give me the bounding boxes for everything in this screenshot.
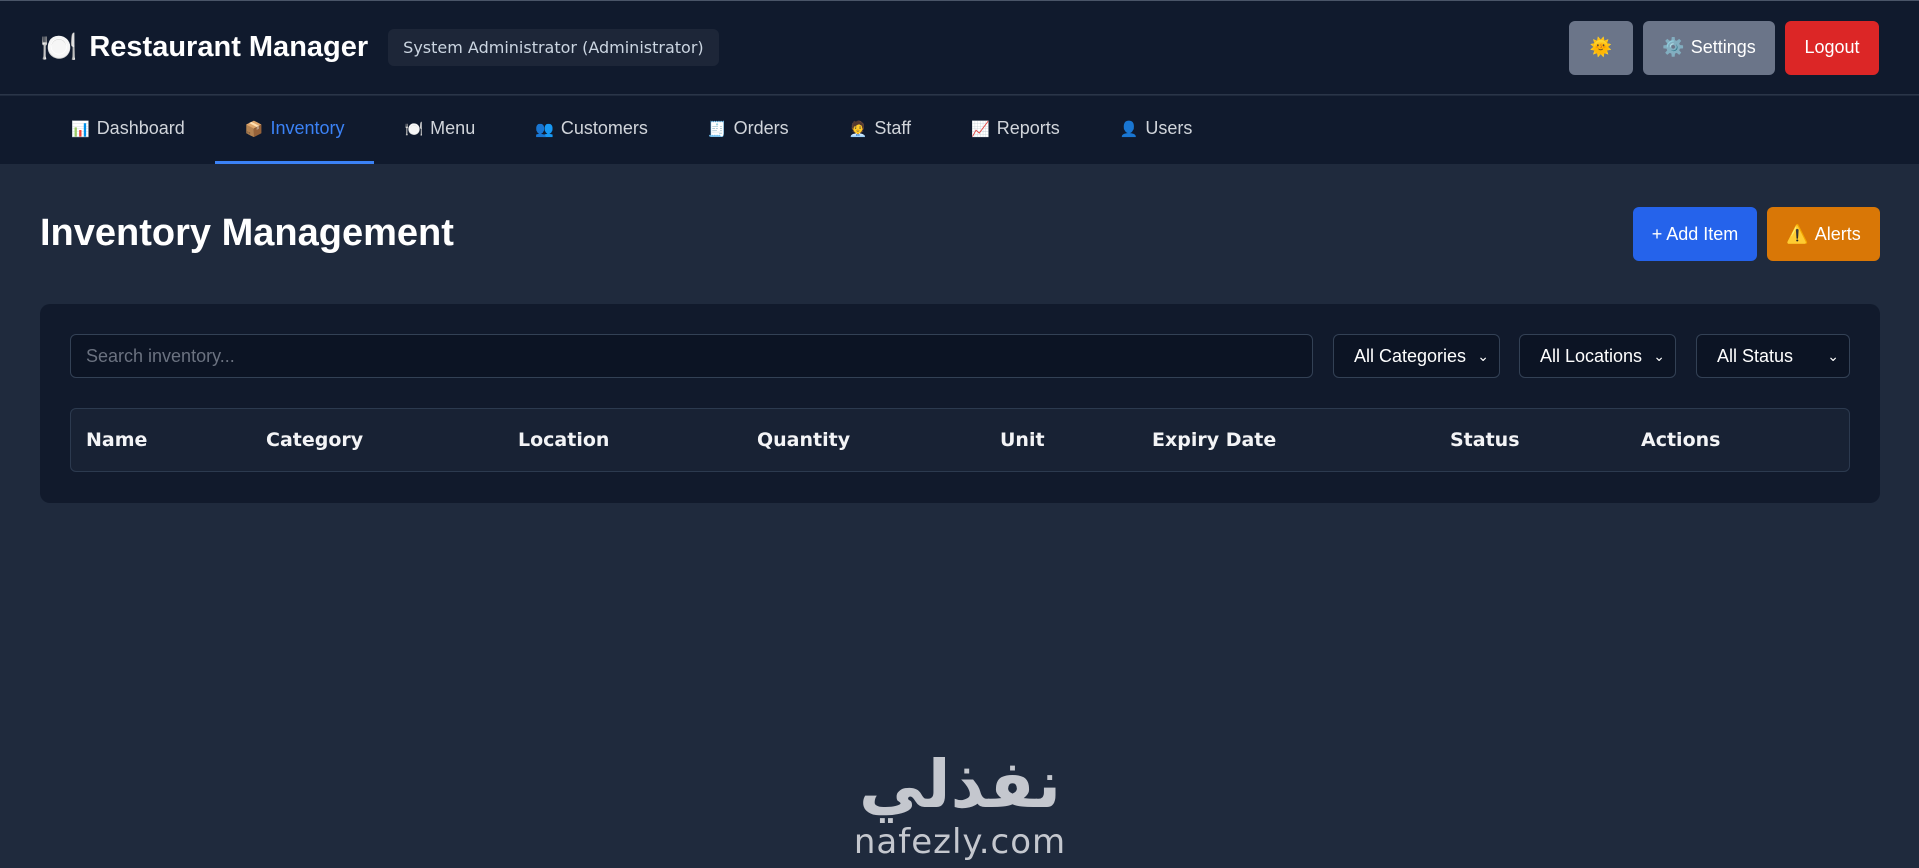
tab-label: Menu: [430, 118, 476, 138]
staff-icon: 🧑‍💼: [848, 120, 868, 138]
column-header-category[interactable]: Category: [266, 409, 363, 471]
column-header-expiry-date[interactable]: Expiry Date: [1152, 409, 1276, 471]
status-select[interactable]: All Status ⌄: [1696, 334, 1850, 378]
tab-customers[interactable]: 👥 Customers: [505, 96, 678, 164]
tab-label: Staff: [874, 118, 912, 138]
tab-label: Dashboard: [96, 118, 185, 138]
tab-dashboard[interactable]: 📊 Dashboard: [41, 96, 215, 164]
location-select-value: All Locations: [1540, 345, 1643, 366]
brand: 🍽️ Restaurant Manager: [40, 31, 368, 64]
plate-icon: 🍽️: [404, 120, 424, 138]
tab-staff[interactable]: 🧑‍💼 Staff: [819, 96, 941, 164]
add-item-button[interactable]: + Add Item: [1633, 207, 1757, 261]
main-nav: 📊 Dashboard 📦 Inventory 🍽️ Menu 👥 Custom…: [0, 96, 1919, 164]
tab-label: Customers: [560, 118, 648, 138]
column-header-status[interactable]: Status: [1450, 409, 1520, 471]
chevron-down-icon: ⌄: [1827, 347, 1839, 364]
settings-label: Settings: [1690, 37, 1756, 57]
tab-reports[interactable]: 📈 Reports: [941, 96, 1090, 164]
logout-button[interactable]: Logout: [1785, 20, 1879, 75]
package-icon: 📦: [244, 120, 264, 138]
plate-icon: 🍽️: [40, 30, 78, 64]
people-icon: 👥: [535, 120, 554, 138]
column-header-location[interactable]: Location: [518, 409, 609, 471]
column-header-unit[interactable]: Unit: [1000, 409, 1045, 471]
chevron-down-icon: ⌄: [1653, 347, 1665, 364]
warning-icon: ⚠️: [1786, 223, 1809, 244]
settings-button[interactable]: ⚙️ Settings: [1643, 20, 1775, 75]
inventory-card: All Categories ⌄ All Locations ⌄ All Sta…: [40, 304, 1880, 503]
theme-toggle-button[interactable]: 🌞: [1569, 20, 1633, 75]
search-input[interactable]: [70, 334, 1313, 378]
user-badge: System Administrator (Administrator): [388, 29, 719, 66]
status-select-value: All Status: [1717, 345, 1794, 366]
category-select-value: All Categories: [1354, 345, 1467, 366]
tab-orders[interactable]: 🧾 Orders: [678, 96, 819, 164]
bar-chart-icon: 📊: [71, 120, 90, 138]
header-actions: 🌞 ⚙️ Settings Logout: [1569, 20, 1879, 75]
watermark-arabic: نفذلي: [859, 746, 1061, 823]
watermark: نفذلي nafezly.com: [850, 746, 1070, 863]
sun-icon: 🌞: [1589, 37, 1613, 57]
column-header-quantity[interactable]: Quantity: [757, 409, 850, 471]
gear-icon: ⚙️: [1662, 37, 1685, 57]
trend-chart-icon: 📈: [971, 120, 990, 138]
tab-users[interactable]: 👤 Users: [1090, 96, 1223, 164]
tab-label: Users: [1145, 118, 1193, 138]
table-header: Name Category Location Quantity Unit Exp…: [70, 408, 1850, 472]
receipt-icon: 🧾: [707, 120, 727, 138]
tab-menu[interactable]: 🍽️ Menu: [374, 96, 505, 164]
column-header-actions: Actions: [1641, 429, 1721, 451]
tab-label: Reports: [996, 118, 1060, 138]
tab-inventory[interactable]: 📦 Inventory: [214, 96, 375, 164]
location-select[interactable]: All Locations ⌄: [1519, 334, 1676, 378]
tab-label: Inventory: [270, 118, 345, 138]
watermark-latin: nafezly.com: [853, 822, 1067, 862]
app-title: Restaurant Manager: [89, 31, 369, 63]
app-header: 🍽️ Restaurant Manager System Administrat…: [0, 0, 1919, 95]
alerts-label: Alerts: [1814, 223, 1861, 244]
tab-label: Orders: [733, 118, 789, 138]
user-icon: 👤: [1119, 120, 1139, 138]
column-header-name[interactable]: Name: [86, 409, 147, 471]
page-title: Inventory Management: [40, 212, 454, 254]
chevron-down-icon: ⌄: [1477, 347, 1489, 364]
alerts-button[interactable]: ⚠️ Alerts: [1767, 207, 1880, 261]
category-select[interactable]: All Categories ⌄: [1333, 334, 1500, 378]
